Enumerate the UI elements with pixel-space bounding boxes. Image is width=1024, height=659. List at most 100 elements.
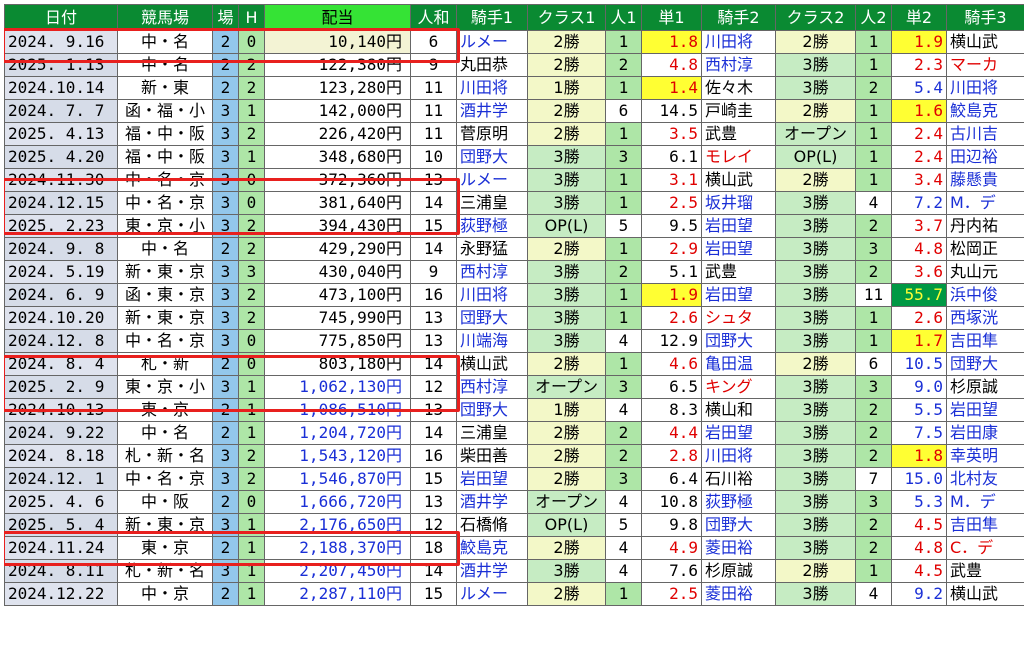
cell-pop2[interactable]: 4 [855, 191, 892, 215]
cell-class1[interactable]: OP(L) [527, 513, 606, 537]
cell-jockey3[interactable]: 川田将 [946, 76, 1024, 100]
cell-ba[interactable]: 3 [212, 145, 239, 169]
cell-jockey3[interactable]: 北村友 [946, 467, 1024, 491]
cell-pop1[interactable]: 1 [605, 582, 642, 606]
cell-jockey1[interactable]: 西村淳 [456, 375, 528, 399]
cell-venue[interactable]: 中・名・京 [117, 467, 213, 491]
cell-h[interactable]: 0 [238, 329, 265, 353]
cell-pop1[interactable]: 1 [605, 283, 642, 307]
cell-odds1[interactable]: 4.9 [641, 536, 702, 560]
cell-pop1[interactable]: 1 [605, 30, 642, 54]
cell-ninwa[interactable]: 18 [410, 536, 457, 560]
cell-odds1[interactable]: 8.3 [641, 398, 702, 422]
cell-payout[interactable]: 122,380円 [264, 53, 411, 77]
cell-pop2[interactable]: 1 [855, 145, 892, 169]
cell-class2[interactable]: 2勝 [775, 559, 856, 583]
cell-jockey1[interactable]: 団野大 [456, 398, 528, 422]
cell-payout[interactable]: 473,100円 [264, 283, 411, 307]
table-row[interactable]: 2025. 2. 9 東・京・小 3 1 1,062,130円 12 西村淳 オープン 3 6.5… [4, 375, 1024, 399]
cell-class1[interactable]: 2勝 [527, 536, 606, 560]
cell-jockey2[interactable]: 荻野極 [701, 490, 776, 514]
cell-h[interactable]: 1 [238, 559, 265, 583]
cell-jockey3[interactable]: マーカ [946, 53, 1024, 77]
cell-class1[interactable]: 3勝 [527, 283, 606, 307]
cell-jockey1[interactable]: 三浦皇 [456, 421, 528, 445]
cell-venue[interactable]: 中・京 [117, 582, 213, 606]
cell-date[interactable]: 2024.12.22 [4, 582, 118, 606]
cell-class1[interactable]: 2勝 [527, 122, 606, 146]
cell-jockey1[interactable]: 川田将 [456, 283, 528, 307]
cell-class1[interactable]: 3勝 [527, 145, 606, 169]
table-row[interactable]: 2024. 9.16 中・名 2 0 10,140円 6 ルメー 2勝 1 1.8 川田将 2勝 1 1.… [4, 30, 1024, 54]
cell-odds2[interactable]: 2.4 [891, 145, 947, 169]
cell-payout[interactable]: 10,140円 [264, 30, 411, 54]
cell-jockey1[interactable]: 団野大 [456, 306, 528, 330]
cell-class1[interactable]: 3勝 [527, 168, 606, 192]
cell-venue[interactable]: 札・新 [117, 352, 213, 376]
cell-class1[interactable]: 3勝 [527, 260, 606, 284]
cell-ninwa[interactable]: 9 [410, 260, 457, 284]
cell-jockey3[interactable]: 西塚洸 [946, 306, 1024, 330]
cell-jockey3[interactable]: 団野大 [946, 352, 1024, 376]
cell-h[interactable]: 0 [238, 191, 265, 215]
cell-ba[interactable]: 3 [212, 467, 239, 491]
cell-odds2[interactable]: 5.5 [891, 398, 947, 422]
cell-class2[interactable]: 2勝 [775, 352, 856, 376]
cell-pop1[interactable]: 1 [605, 306, 642, 330]
cell-odds1[interactable]: 12.9 [641, 329, 702, 353]
cell-class2[interactable]: OP(L) [775, 145, 856, 169]
cell-jockey1[interactable]: 岩田望 [456, 467, 528, 491]
cell-class1[interactable]: 2勝 [527, 421, 606, 445]
cell-odds2[interactable]: 3.4 [891, 168, 947, 192]
cell-ba[interactable]: 3 [212, 99, 239, 123]
cell-ba[interactable]: 2 [212, 421, 239, 445]
cell-jockey2[interactable]: 川田将 [701, 444, 776, 468]
cell-ninwa[interactable]: 11 [410, 122, 457, 146]
table-row[interactable]: 2025. 4.20 福・中・阪 3 1 348,680円 10 団野大 3勝 3 6.1 モレイ O… [4, 145, 1024, 169]
cell-ba[interactable]: 2 [212, 398, 239, 422]
cell-odds2[interactable]: 1.8 [891, 444, 947, 468]
cell-jockey2[interactable]: 岩田望 [701, 283, 776, 307]
cell-venue[interactable]: 中・名・京 [117, 329, 213, 353]
cell-jockey3[interactable]: 吉田隼 [946, 513, 1024, 537]
cell-date[interactable]: 2025. 5. 4 [4, 513, 118, 537]
table-row[interactable]: 2025. 5. 4 新・東・京 3 1 2,176,650円 12 石橋脩 OP(L) 5 9.… [4, 513, 1024, 537]
cell-h[interactable]: 1 [238, 421, 265, 445]
cell-jockey3[interactable]: 吉田隼 [946, 329, 1024, 353]
cell-class2[interactable]: 3勝 [775, 467, 856, 491]
cell-pop1[interactable]: 1 [605, 237, 642, 261]
cell-h[interactable]: 1 [238, 582, 265, 606]
cell-venue[interactable]: 中・名 [117, 421, 213, 445]
cell-ninwa[interactable]: 14 [410, 352, 457, 376]
cell-jockey3[interactable]: 横山武 [946, 30, 1024, 54]
cell-class1[interactable]: 2勝 [527, 237, 606, 261]
cell-jockey2[interactable]: 武豊 [701, 260, 776, 284]
cell-class2[interactable]: 3勝 [775, 536, 856, 560]
cell-jockey3[interactable]: 横山武 [946, 582, 1024, 606]
cell-class1[interactable]: オープン [527, 490, 606, 514]
cell-class2[interactable]: 3勝 [775, 513, 856, 537]
cell-jockey2[interactable]: 岩田望 [701, 421, 776, 445]
cell-ninwa[interactable]: 13 [410, 168, 457, 192]
cell-ninwa[interactable]: 12 [410, 375, 457, 399]
cell-odds2[interactable]: 1.6 [891, 99, 947, 123]
cell-jockey1[interactable]: 酒井学 [456, 99, 528, 123]
cell-jockey3[interactable]: 松岡正 [946, 237, 1024, 261]
cell-jockey3[interactable]: 浜中俊 [946, 283, 1024, 307]
cell-payout[interactable]: 2,287,110円 [264, 582, 411, 606]
cell-jockey1[interactable]: 荻野極 [456, 214, 528, 238]
cell-jockey3[interactable]: 幸英明 [946, 444, 1024, 468]
cell-odds2[interactable]: 2.6 [891, 306, 947, 330]
cell-ba[interactable]: 2 [212, 237, 239, 261]
cell-odds1[interactable]: 6.5 [641, 375, 702, 399]
cell-h[interactable]: 1 [238, 375, 265, 399]
cell-payout[interactable]: 2,188,370円 [264, 536, 411, 560]
cell-pop1[interactable]: 6 [605, 99, 642, 123]
cell-date[interactable]: 2024. 9.16 [4, 30, 118, 54]
cell-payout[interactable]: 429,290円 [264, 237, 411, 261]
cell-venue[interactable]: 中・名 [117, 237, 213, 261]
col-header-jockey1[interactable]: 騎手1 [456, 4, 528, 31]
cell-class2[interactable]: 3勝 [775, 260, 856, 284]
cell-payout[interactable]: 1,062,130円 [264, 375, 411, 399]
cell-jockey2[interactable]: 杉原誠 [701, 559, 776, 583]
